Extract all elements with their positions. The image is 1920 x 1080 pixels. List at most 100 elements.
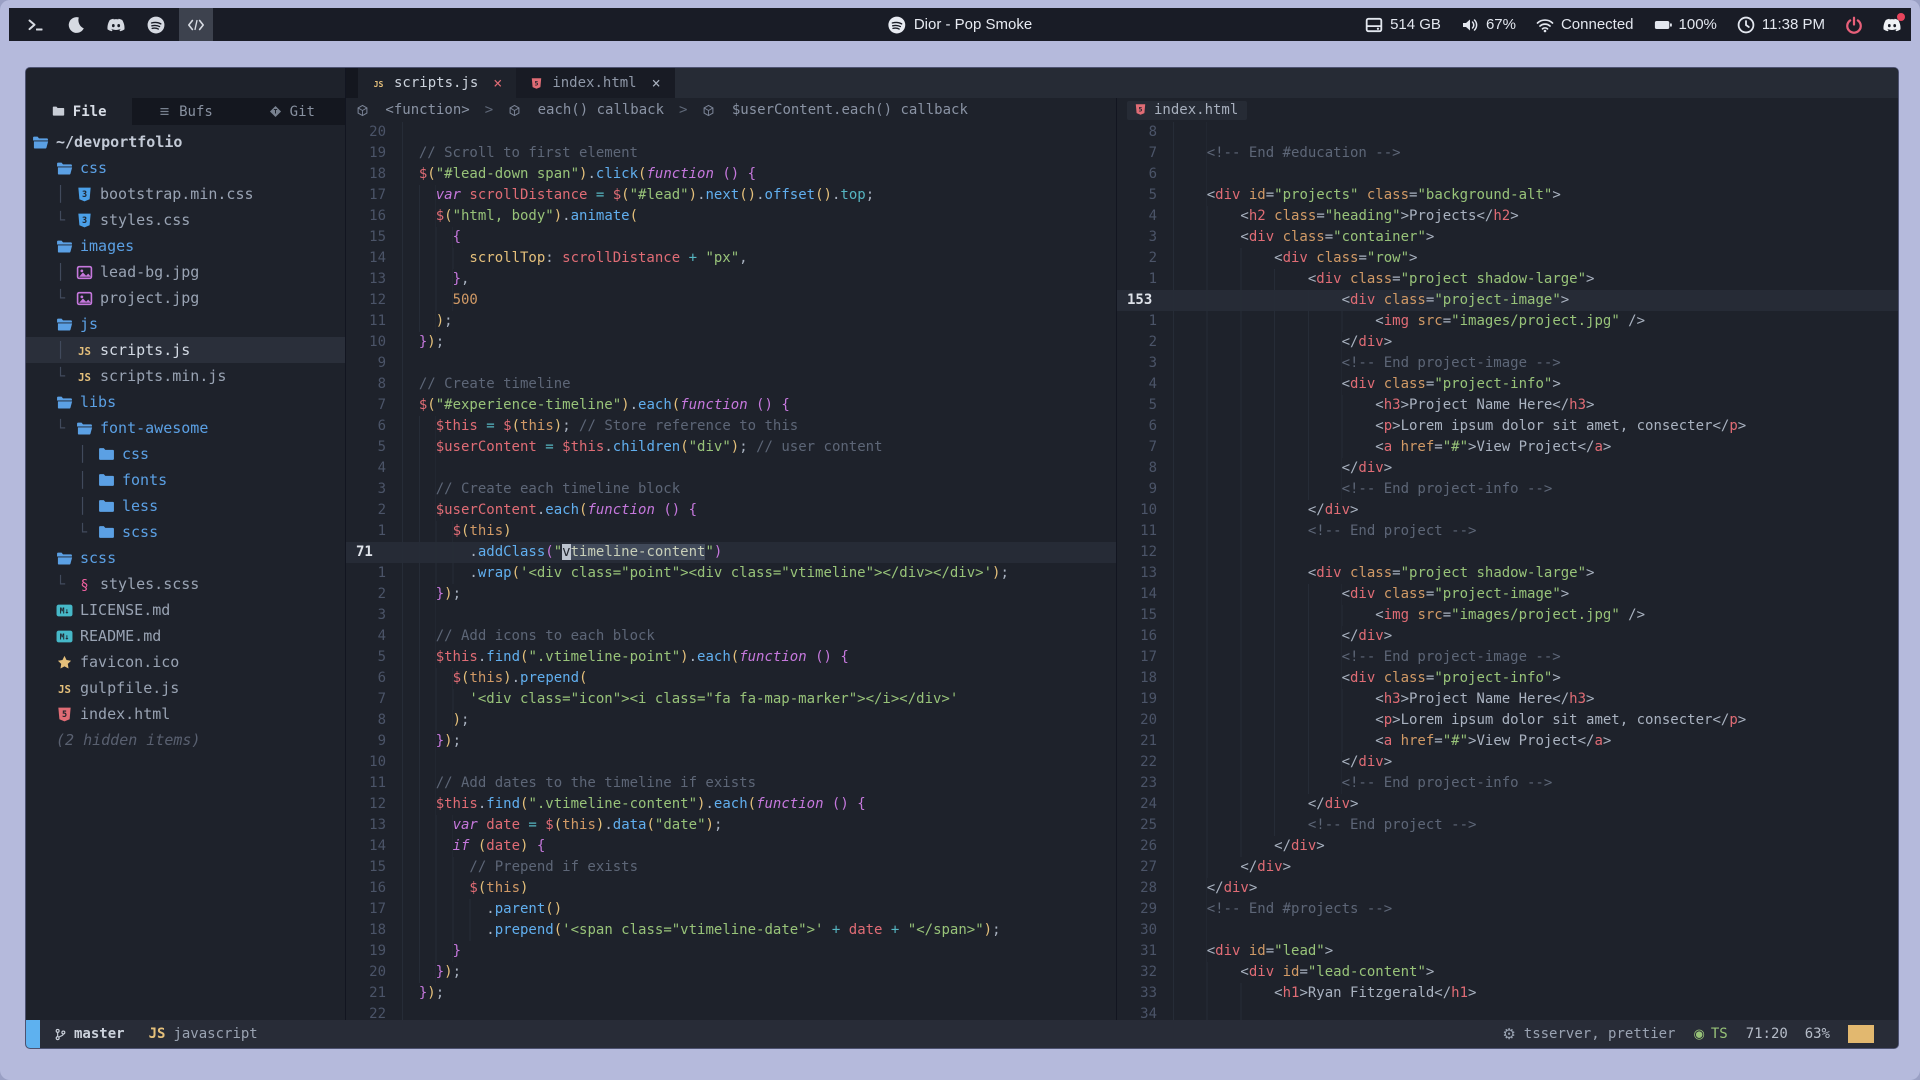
code-line[interactable]: 3 bbox=[346, 605, 1116, 626]
launcher-discord[interactable] bbox=[99, 8, 133, 41]
power-button[interactable] bbox=[1845, 16, 1863, 34]
code-line[interactable]: 34 bbox=[1117, 1004, 1898, 1020]
tree-item-less[interactable]: │less bbox=[26, 493, 345, 519]
code-line[interactable]: 7'<div class="icon"><i class="fa fa-map-… bbox=[346, 689, 1116, 710]
code-line[interactable]: 9 bbox=[346, 353, 1116, 374]
tree-item-fonts[interactable]: │fonts bbox=[26, 467, 345, 493]
now-playing[interactable]: Dior - Pop Smoke bbox=[888, 16, 1032, 34]
code-line[interactable]: 4<div class="project-info"> bbox=[1117, 374, 1898, 395]
code-line[interactable]: 7<a href="#">View Project</a> bbox=[1117, 437, 1898, 458]
tree-item-scss[interactable]: └scss bbox=[26, 519, 345, 545]
code-line[interactable]: 1<img src="images/project.jpg" /> bbox=[1117, 311, 1898, 332]
code-line[interactable]: 1<div class="project shadow-large"> bbox=[1117, 269, 1898, 290]
code-line[interactable]: 31<div id="lead"> bbox=[1117, 941, 1898, 962]
tree-item-favicon.ico[interactable]: favicon.ico bbox=[26, 649, 345, 675]
code-line[interactable]: 5$userContent = $this.children("div"); /… bbox=[346, 437, 1116, 458]
code-line[interactable]: 28</div> bbox=[1117, 878, 1898, 899]
code-line[interactable]: 13}, bbox=[346, 269, 1116, 290]
code-line[interactable]: 20}); bbox=[346, 962, 1116, 983]
tree-item-bootstrap.min.css[interactable]: │3bootstrap.min.css bbox=[26, 181, 345, 207]
discord-tray-button[interactable] bbox=[1883, 16, 1901, 34]
code-line[interactable]: 2$userContent.each(function () { bbox=[346, 500, 1116, 521]
explorer-tab-file[interactable]: File bbox=[26, 98, 132, 125]
code-line[interactable]: 6 bbox=[1117, 164, 1898, 185]
launcher-code[interactable] bbox=[179, 8, 213, 41]
code-line-current[interactable]: 71.addClass("vtimeline-content") bbox=[346, 542, 1116, 563]
code-line[interactable]: 17.parent() bbox=[346, 899, 1116, 920]
code-line[interactable]: 21}); bbox=[346, 983, 1116, 1004]
tree-item-~devportfolio[interactable]: ~/devportfolio bbox=[26, 129, 345, 155]
code-line[interactable]: 10</div> bbox=[1117, 500, 1898, 521]
code-line[interactable]: 3<div class="container"> bbox=[1117, 227, 1898, 248]
tree-item-README.md[interactable]: M↓README.md bbox=[26, 623, 345, 649]
close-icon[interactable]: × bbox=[652, 74, 661, 92]
code-line[interactable]: 20<p>Lorem ipsum dolor sit amet, consect… bbox=[1117, 710, 1898, 731]
tree-item-css[interactable]: │css bbox=[26, 441, 345, 467]
code-line[interactable]: 33<h1>Ryan Fitzgerald</h1> bbox=[1117, 983, 1898, 1004]
tree-item-project.jpg[interactable]: └project.jpg bbox=[26, 285, 345, 311]
tree-item-lead-bg.jpg[interactable]: │lead-bg.jpg bbox=[26, 259, 345, 285]
code-line[interactable]: 11<!-- End project --> bbox=[1117, 521, 1898, 542]
code-line[interactable]: 21<a href="#">View Project</a> bbox=[1117, 731, 1898, 752]
code-line[interactable]: 3<!-- End project-image --> bbox=[1117, 353, 1898, 374]
code-line[interactable]: 8 bbox=[1117, 122, 1898, 143]
code-line[interactable]: 14<div class="project-image"> bbox=[1117, 584, 1898, 605]
code-line[interactable]: 9<!-- End project-info --> bbox=[1117, 479, 1898, 500]
code-line[interactable]: 3// Create each timeline block bbox=[346, 479, 1116, 500]
code-line[interactable]: 29<!-- End #projects --> bbox=[1117, 899, 1898, 920]
code-line[interactable]: 16$(this) bbox=[346, 878, 1116, 899]
code-line[interactable]: 15{ bbox=[346, 227, 1116, 248]
code-line[interactable]: 23<!-- End project-info --> bbox=[1117, 773, 1898, 794]
code-line[interactable]: 12$this.find(".vtimeline-content").each(… bbox=[346, 794, 1116, 815]
code-line[interactable]: 5<div id="projects" class="background-al… bbox=[1117, 185, 1898, 206]
code-line[interactable]: 9}); bbox=[346, 731, 1116, 752]
code-line[interactable]: 5<h3>Project Name Here</h3> bbox=[1117, 395, 1898, 416]
code-line[interactable]: 6$(this).prepend( bbox=[346, 668, 1116, 689]
code-line[interactable]: 13<div class="project shadow-large"> bbox=[1117, 563, 1898, 584]
code-line[interactable]: 22 bbox=[346, 1004, 1116, 1020]
tree-item-scripts.min.js[interactable]: └JSscripts.min.js bbox=[26, 363, 345, 389]
code-line[interactable]: 10 bbox=[346, 752, 1116, 773]
code-line[interactable]: 12500 bbox=[346, 290, 1116, 311]
code-line[interactable]: 20 bbox=[346, 122, 1116, 143]
code-line[interactable]: 24</div> bbox=[1117, 794, 1898, 815]
code-line[interactable]: 1$(this) bbox=[346, 521, 1116, 542]
code-area-index-html[interactable]: 87<!-- End #education -->65<div id="proj… bbox=[1117, 122, 1898, 1020]
tree-item-2hiddenitems[interactable]: (2 hidden items) bbox=[26, 727, 345, 753]
launcher-spotify[interactable] bbox=[139, 8, 173, 41]
code-line[interactable]: 8); bbox=[346, 710, 1116, 731]
code-line[interactable]: 8// Create timeline bbox=[346, 374, 1116, 395]
code-line[interactable]: 8</div> bbox=[1117, 458, 1898, 479]
code-line[interactable]: 16</div> bbox=[1117, 626, 1898, 647]
code-line[interactable]: 7$("#experience-timeline").each(function… bbox=[346, 395, 1116, 416]
code-line[interactable]: 2<div class="row"> bbox=[1117, 248, 1898, 269]
code-line[interactable]: 14scrollTop: scrollDistance + "px", bbox=[346, 248, 1116, 269]
tree-item-styles.css[interactable]: └3styles.css bbox=[26, 207, 345, 233]
code-line[interactable]: 13var date = $(this).data("date"); bbox=[346, 815, 1116, 836]
code-line[interactable]: 4 bbox=[346, 458, 1116, 479]
buffer-tab-index.html[interactable]: 5index.html× bbox=[516, 68, 674, 98]
code-area-scripts-js[interactable]: 2019// Scroll to first element18$("#lead… bbox=[346, 122, 1116, 1020]
code-line[interactable]: 19// Scroll to first element bbox=[346, 143, 1116, 164]
code-line[interactable]: 4// Add icons to each block bbox=[346, 626, 1116, 647]
code-line[interactable]: 10}); bbox=[346, 332, 1116, 353]
code-line[interactable]: 11// Add dates to the timeline if exists bbox=[346, 773, 1116, 794]
tree-item-styles.scss[interactable]: └§styles.scss bbox=[26, 571, 345, 597]
code-line[interactable]: 15// Prepend if exists bbox=[346, 857, 1116, 878]
code-line[interactable]: 19<h3>Project Name Here</h3> bbox=[1117, 689, 1898, 710]
tree-item-css[interactable]: css bbox=[26, 155, 345, 181]
code-line[interactable]: 5$this.find(".vtimeline-point").each(fun… bbox=[346, 647, 1116, 668]
tree-item-scss[interactable]: scss bbox=[26, 545, 345, 571]
code-line[interactable]: 1.wrap('<div class="point"><div class="v… bbox=[346, 563, 1116, 584]
code-line[interactable]: 17var scrollDistance = $("#lead").next()… bbox=[346, 185, 1116, 206]
tree-item-scripts.js[interactable]: │JSscripts.js bbox=[26, 337, 345, 363]
tree-item-index.html[interactable]: 5index.html bbox=[26, 701, 345, 727]
code-line[interactable]: 7<!-- End #education --> bbox=[1117, 143, 1898, 164]
code-line[interactable]: 18<div class="project-info"> bbox=[1117, 668, 1898, 689]
tree-item-font-awesome[interactable]: └font-awesome bbox=[26, 415, 345, 441]
close-icon[interactable]: × bbox=[493, 74, 502, 92]
code-line[interactable]: 27</div> bbox=[1117, 857, 1898, 878]
tree-item-LICENSE.md[interactable]: M↓LICENSE.md bbox=[26, 597, 345, 623]
explorer-tab-bufs[interactable]: Bufs bbox=[132, 98, 238, 125]
code-line[interactable]: 16$("html, body").animate( bbox=[346, 206, 1116, 227]
